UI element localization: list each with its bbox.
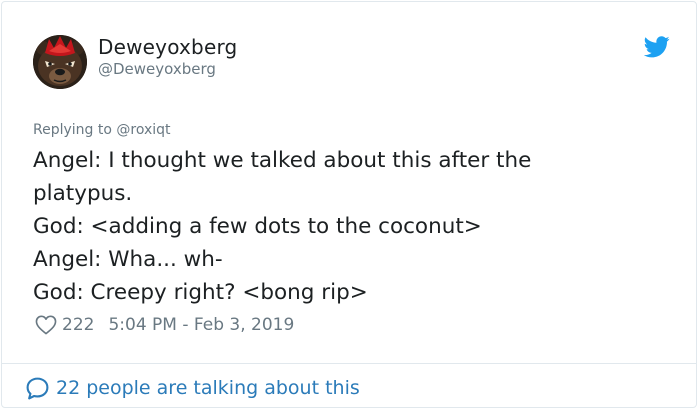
tweet-text-line: platypus. (33, 181, 133, 206)
avatar[interactable] (33, 35, 87, 89)
talking-about-link[interactable]: 22 people are talking about this (25, 374, 360, 402)
speech-bubble-icon (26, 377, 49, 399)
tweet-text-line: Angel: I thought we talked about this af… (33, 148, 532, 173)
tweet-meta: 222 5:04 PM - Feb 3, 2019 (35, 313, 294, 337)
tweet-text-line: God: Creepy right? <bong rip> (33, 280, 368, 305)
tweet-text: Angel: I thought we talked about this af… (33, 144, 653, 309)
talking-about-text[interactable]: 22 people are talking about this (56, 377, 360, 399)
tweet-text-line: God: <adding a few dots to the coconut> (33, 214, 482, 239)
tweet-text-line: Angel: Wha... wh- (33, 247, 223, 272)
twitter-bird-icon[interactable] (643, 36, 670, 58)
replying-to-prefix: Replying to (33, 122, 117, 138)
heart-icon[interactable] (35, 315, 57, 335)
like-count[interactable]: 222 (62, 315, 94, 335)
tweet-timestamp[interactable]: 5:04 PM - Feb 3, 2019 (108, 315, 294, 335)
tweet-card: Deweyoxberg @Deweyoxberg Replying to @ro… (1, 1, 697, 408)
divider (2, 363, 696, 364)
author-display-name[interactable]: Deweyoxberg (98, 35, 237, 59)
replying-to-handle[interactable]: @roxiqt (116, 122, 170, 138)
author-handle[interactable]: @Deweyoxberg (98, 60, 216, 78)
replying-to: Replying to @roxiqt (33, 122, 171, 138)
bear-avatar-icon (33, 35, 87, 89)
